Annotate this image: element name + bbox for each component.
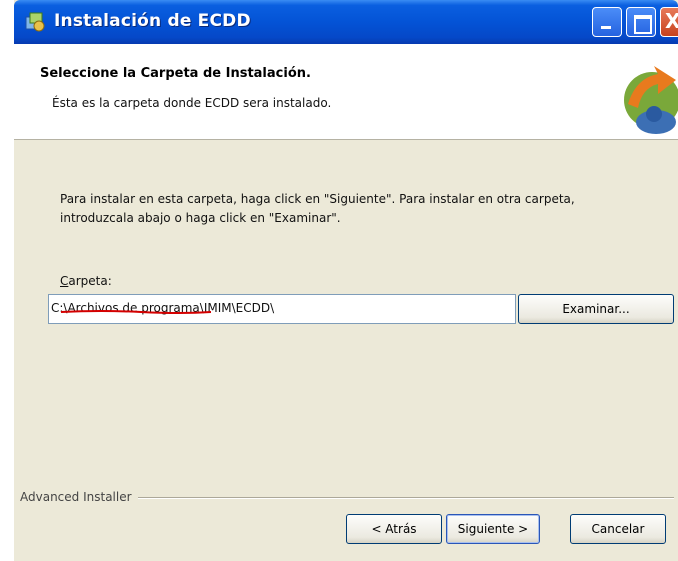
- maximize-button[interactable]: [626, 7, 656, 37]
- minimize-button[interactable]: [592, 7, 622, 37]
- page-title: Seleccione la Carpeta de Instalación.: [40, 66, 311, 81]
- window-title: Instalación de ECDD: [54, 11, 251, 31]
- title-bar[interactable]: Instalación de ECDD X: [14, 0, 678, 44]
- next-button[interactable]: Siguiente >: [446, 514, 540, 544]
- page-subtitle: Ésta es la carpeta donde ECDD sera insta…: [52, 96, 332, 110]
- instructions-line-2: introduzcala abajo o haga click en "Exam…: [60, 211, 341, 225]
- close-button[interactable]: X: [660, 7, 678, 37]
- instructions-text: Para instalar en esta carpeta, haga clic…: [60, 190, 660, 228]
- instructions-line-1: Para instalar en esta carpeta, haga clic…: [60, 192, 575, 206]
- installer-window: Instalación de ECDD X Seleccione la Carp…: [14, 0, 678, 561]
- cancel-button[interactable]: Cancelar: [570, 514, 666, 544]
- close-icon: X: [665, 9, 678, 33]
- folder-label: Carpeta:: [60, 274, 112, 288]
- installer-logo-icon: [624, 66, 678, 134]
- folder-label-rest: arpeta:: [68, 274, 112, 288]
- setup-icon: [25, 12, 45, 32]
- header-banner: Seleccione la Carpeta de Instalación. És…: [14, 44, 678, 140]
- folder-path-input[interactable]: C:\Archivos de programa\IMIM\ECDD\: [48, 294, 516, 324]
- browse-button[interactable]: Examinar...: [518, 294, 674, 324]
- brand-label: Advanced Installer: [20, 490, 138, 504]
- red-strikethrough-annotation: [61, 310, 211, 314]
- back-button[interactable]: < Atrás: [346, 514, 442, 544]
